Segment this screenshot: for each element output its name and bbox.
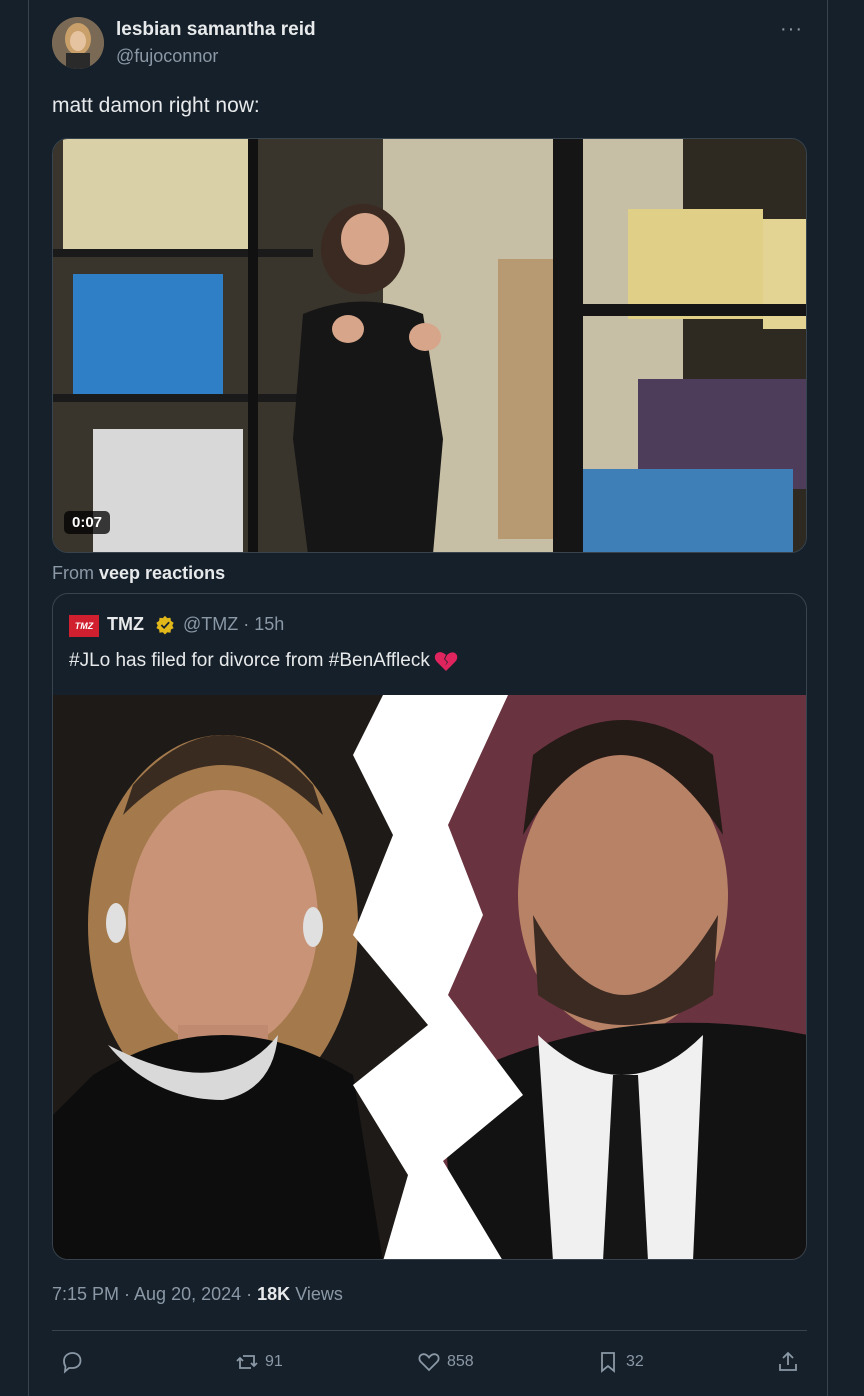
like-count: 858 (447, 1353, 474, 1370)
repost-button[interactable]: 91 (235, 1350, 283, 1374)
verified-badge-icon (156, 615, 174, 635)
repost-count: 91 (265, 1353, 283, 1370)
quote-handle-time: @TMZ · 15h (183, 614, 285, 634)
reply-icon (63, 1352, 82, 1374)
bookmark-count: 32 (626, 1353, 644, 1370)
bookmark-button[interactable]: 32 (596, 1350, 644, 1374)
video-player[interactable] (52, 138, 807, 553)
author-avatar[interactable] (52, 17, 104, 69)
views-label: Views (295, 1284, 343, 1304)
broken-heart-icon (434, 652, 458, 671)
views-count: 18K (257, 1284, 291, 1304)
heart-icon (418, 1353, 440, 1372)
timestamp[interactable]: 7:15 PM · Aug 20, 2024 · (52, 1284, 252, 1304)
author-display-name[interactable]: lesbian samantha reid (116, 19, 316, 41)
bookmark-icon (601, 1352, 615, 1373)
media-attribution: From veep reactions (52, 563, 225, 584)
share-icon (779, 1351, 797, 1371)
divider (52, 1330, 807, 1331)
quote-image[interactable] (53, 695, 807, 1260)
quote-text-content: #JLo has filed for divorce from #BenAffl… (69, 650, 430, 672)
quote-text: #JLo has filed for divorce from #BenAffl… (69, 650, 458, 672)
quoted-tweet[interactable]: TMZ TMZ @TMZ · 15h #JLo has filed for di… (52, 593, 807, 1260)
share-button[interactable] (776, 1350, 800, 1374)
tmz-avatar[interactable]: TMZ (69, 615, 99, 637)
from-prefix: From (52, 563, 94, 583)
reply-button[interactable] (60, 1350, 84, 1374)
tweet-text: matt damon right now: (52, 94, 260, 117)
like-button[interactable]: 858 (417, 1350, 474, 1374)
tweet-metadata: 7:15 PM · Aug 20, 2024 · 18K Views (52, 1284, 343, 1305)
from-source-link[interactable]: veep reactions (99, 563, 225, 583)
repost-icon (236, 1355, 258, 1369)
more-options-icon[interactable]: ··· (780, 18, 803, 41)
author-handle[interactable]: @fujoconnor (116, 46, 218, 67)
video-duration: 0:07 (64, 511, 111, 534)
video-thumbnail (53, 139, 806, 552)
quote-author-name[interactable]: TMZ (107, 614, 144, 635)
